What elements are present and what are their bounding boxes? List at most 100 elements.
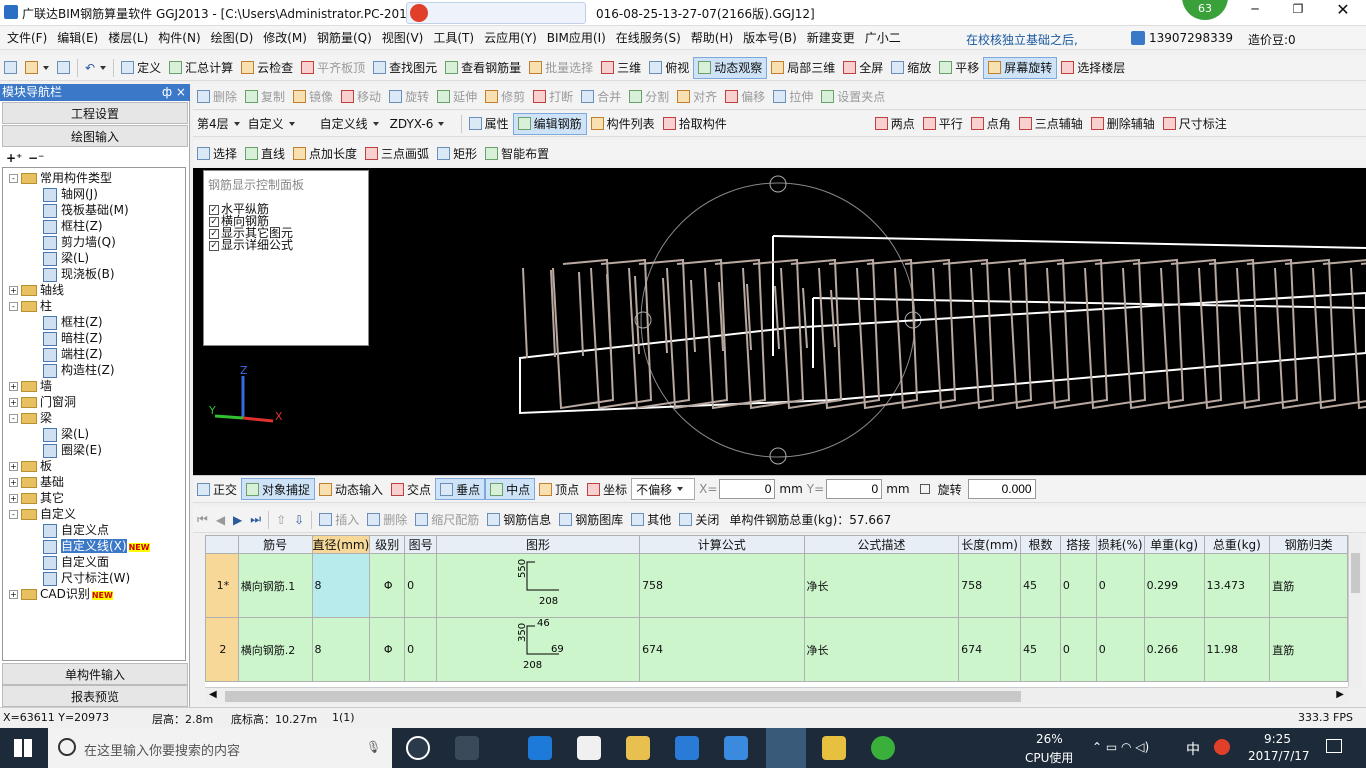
close-button[interactable]: ✕ (1333, 0, 1353, 22)
tb3-button-0[interactable]: 属性 (465, 113, 513, 135)
tb3r-button-5[interactable]: 尺寸标注 (1159, 113, 1231, 135)
tb2-button-3[interactable]: 移动 (337, 86, 385, 108)
col-header-10[interactable]: 损耗(%) (1095, 535, 1145, 554)
snap-button-1[interactable]: 对象捕捉 (241, 478, 316, 500)
tb1-button-11[interactable]: 全屏 (839, 57, 887, 79)
tree-item-7[interactable]: + 轴线 (9, 282, 64, 298)
maximize-button[interactable]: ❐ (1288, 2, 1308, 22)
display-option-3[interactable]: ✓ 显示详细公式 (209, 239, 293, 251)
tb1-button-3[interactable]: 平齐板顶 (297, 57, 369, 79)
next-record-icon[interactable]: ▶ (229, 509, 246, 531)
tb2-button-5[interactable]: 延伸 (433, 86, 481, 108)
grid-button-1[interactable]: 删除 (363, 509, 411, 531)
table-cell[interactable]: 0 (1095, 617, 1145, 682)
minimize-button[interactable]: ─ (1245, 2, 1265, 22)
checkbox-icon[interactable]: ✓ (209, 204, 219, 215)
tree-item-9[interactable]: 框柱(Z) (43, 314, 103, 330)
col-header-1[interactable]: 直径(mm) (311, 535, 371, 554)
table-cell[interactable]: 0.266 (1143, 617, 1205, 682)
tree-item-22[interactable]: 自定义点 (43, 522, 109, 538)
table-row[interactable]: 1* 横向钢筋.1 8 Φ 0 550 208 758 净长 758 45 0 0 0.299 13.473… (205, 553, 1348, 618)
menu-item-2[interactable]: 楼层(L) (103, 26, 153, 50)
tree-item-16[interactable]: 梁(L) (43, 426, 89, 442)
tb2-button-12[interactable]: 拉伸 (769, 86, 817, 108)
tree-item-26[interactable]: + CAD识别 NEW (9, 586, 113, 602)
menu-item-3[interactable]: 构件(N) (153, 26, 205, 50)
row-number[interactable]: 2 (205, 617, 239, 682)
glodon-icon-2[interactable] (724, 736, 748, 760)
table-cell[interactable]: 0 (1095, 553, 1145, 618)
tb1-button-14[interactable]: 屏幕旋转 (983, 56, 1058, 79)
menu-item-4[interactable]: 绘图(D) (206, 26, 259, 50)
tree-item-11[interactable]: 端柱(Z) (43, 346, 103, 362)
open-file-icon[interactable] (21, 57, 53, 79)
first-record-icon[interactable]: ⏮ (193, 509, 212, 531)
taskview-icon[interactable] (406, 736, 430, 760)
table-cell[interactable]: 0 (1059, 617, 1097, 682)
tb2-button-2[interactable]: 镜像 (289, 86, 337, 108)
col-header-0[interactable]: 筋号 (237, 535, 313, 554)
tb2-button-7[interactable]: 打断 (529, 86, 577, 108)
code-select[interactable]: ZDYX-6 (386, 113, 458, 135)
expand-all-icon[interactable]: +⁺ (6, 151, 22, 165)
table-cell[interactable]: 0.299 (1143, 553, 1205, 618)
table-cell[interactable]: 550 208 (436, 553, 641, 618)
tb3r-button-2[interactable]: 点角 (967, 113, 1015, 135)
grid-button-5[interactable]: 其他 (627, 509, 675, 531)
undo-icon[interactable]: ↶ (81, 57, 110, 79)
tb3-button-3[interactable]: 拾取构件 (659, 113, 731, 135)
tb1-button-0[interactable]: 定义 (117, 57, 165, 79)
tree-item-8[interactable]: -柱 (9, 298, 52, 314)
table-cell[interactable]: 直筋 (1269, 553, 1348, 618)
col-header-9[interactable]: 搭接 (1059, 535, 1097, 554)
tb3-button-2[interactable]: 构件列表 (587, 113, 659, 135)
tb2-button-13[interactable]: 设置夹点 (817, 86, 889, 108)
tb2-button-11[interactable]: 偏移 (721, 86, 769, 108)
move-up-icon[interactable]: ⇧ (272, 509, 290, 531)
explorer-icon[interactable] (626, 736, 650, 760)
tb1-button-5[interactable]: 查看钢筋量 (441, 57, 525, 79)
table-cell[interactable]: 674 (958, 617, 1022, 682)
y-input[interactable] (826, 479, 883, 499)
tree-item-3[interactable]: 框柱(Z) (43, 218, 103, 234)
grid-button-4[interactable]: 钢筋图库 (555, 509, 627, 531)
table-cell[interactable]: Φ (369, 617, 406, 682)
tree-item-19[interactable]: + 基础 (9, 474, 64, 490)
floor-select[interactable]: 第4层 (193, 113, 244, 135)
table-cell[interactable]: 净长 (803, 617, 960, 682)
table-hscroll[interactable]: ◀ ▶ (205, 687, 1348, 704)
tree-item-20[interactable]: + 其它 (9, 490, 64, 506)
menu-item-6[interactable]: 钢筋量(Q) (312, 26, 377, 50)
tb1-button-8[interactable]: 俯视 (645, 57, 693, 79)
table-cell[interactable]: 674 (639, 617, 805, 682)
col-header-2[interactable]: 级别 (369, 535, 406, 554)
tb2-button-1[interactable]: 复制 (241, 86, 289, 108)
tb1-button-7[interactable]: 三维 (597, 57, 645, 79)
table-cell[interactable]: 0 (404, 553, 438, 618)
rotate-input[interactable] (967, 479, 1036, 499)
notification-icon[interactable] (1326, 739, 1342, 753)
table-vscroll[interactable] (1348, 535, 1362, 687)
tree-item-14[interactable]: + 门窗洞 (9, 394, 76, 410)
tb2-button-6[interactable]: 修剪 (481, 86, 529, 108)
offset-select[interactable]: 不偏移 (631, 478, 696, 500)
tree-toggle-icon[interactable]: + (9, 478, 18, 487)
tb1-button-4[interactable]: 查找图元 (369, 57, 441, 79)
tb3r-button-4[interactable]: 删除辅轴 (1087, 113, 1159, 135)
tree-item-25[interactable]: 尺寸标注(W) (43, 570, 130, 586)
col-header-8[interactable]: 根数 (1020, 535, 1061, 554)
col-header-4[interactable]: 图形 (436, 535, 641, 554)
tree-toggle-icon[interactable]: - (9, 174, 18, 183)
tb4-button-0[interactable]: 选择 (193, 142, 241, 164)
menu-item-10[interactable]: BIM应用(I) (542, 26, 611, 50)
tree-toggle-icon[interactable]: - (9, 510, 18, 519)
table-cell[interactable]: 758 (958, 553, 1022, 618)
snap-button-0[interactable]: 正交 (193, 478, 241, 500)
tree-item-24[interactable]: 自定义面 (43, 554, 109, 570)
tb1-button-10[interactable]: 局部三维 (767, 57, 839, 79)
tb4-button-3[interactable]: 三点画弧 (361, 142, 433, 164)
table-cell[interactable]: 0 (1059, 553, 1097, 618)
table-cell[interactable]: 11.98 (1203, 617, 1271, 682)
table-cell[interactable]: 直筋 (1269, 617, 1348, 682)
app-icon-2[interactable] (455, 736, 479, 760)
